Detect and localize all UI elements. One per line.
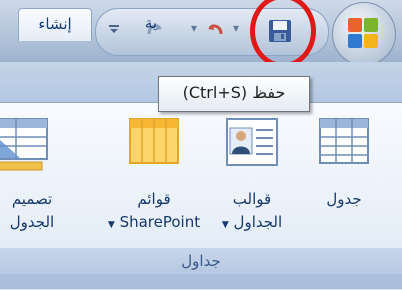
office-logo-icon [346, 16, 380, 50]
table-design-button[interactable]: تصميم الجدول [0, 116, 82, 244]
table-design-icon [0, 118, 48, 178]
sharepoint-list-icon [129, 118, 179, 168]
sharepoint-dropdown-arrow-icon[interactable]: ▼ [108, 220, 115, 230]
table-button-label: جدول [326, 190, 362, 208]
save-tooltip: حفظ (Ctrl+S) [158, 76, 310, 112]
sharepoint-lists-label-line2: ▼ SharePoint [96, 211, 212, 237]
table-templates-label: قوالب ▼ الجداول [208, 188, 296, 237]
group-label-tables: جداول [0, 248, 402, 274]
sharepoint-lists-label-line1: قوائم [137, 190, 171, 208]
undo-icon[interactable] [202, 14, 230, 44]
table-templates-label-line1: قوالب [232, 190, 272, 208]
tab-partial[interactable]: ية [128, 8, 174, 40]
table-templates-label-line2: ▼ الجداول [208, 211, 296, 237]
table-templates-dropdown-arrow-icon[interactable]: ▼ [222, 220, 229, 230]
sharepoint-lists-button[interactable]: قوائم ▼ SharePoint [96, 116, 212, 244]
sharepoint-lists-label-line2-text: SharePoint [119, 213, 201, 231]
table-templates-button[interactable]: قوالب ▼ الجداول [208, 116, 296, 244]
ribbon-bottom-border [0, 274, 402, 289]
tab-insert[interactable]: إنشاء [18, 8, 92, 41]
table-button[interactable]: جدول [300, 116, 388, 244]
dropdown-arrow-icon[interactable]: ▾ [190, 18, 198, 38]
sharepoint-lists-label: قوائم ▼ SharePoint [96, 188, 212, 237]
table-design-label: تصميم الجدول [0, 188, 82, 234]
table-templates-label-line2-text: الجداول [233, 213, 283, 231]
table-templates-icon [226, 118, 278, 170]
undo-dropdown-arrow-icon[interactable]: ▾ [232, 18, 240, 38]
table-design-label-line2: الجدول [9, 213, 55, 231]
customize-arrow-icon[interactable] [100, 14, 128, 44]
table-design-label-line1: تصميم [11, 190, 53, 208]
table-icon [319, 118, 369, 168]
